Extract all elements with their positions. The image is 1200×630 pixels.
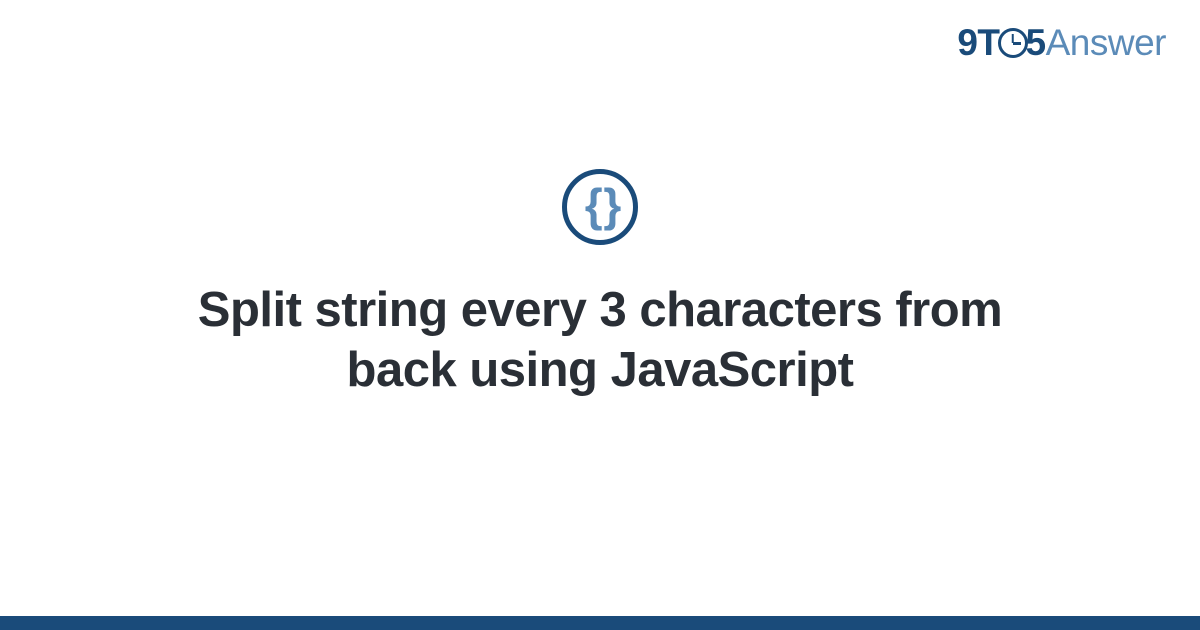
logo-prefix: 9T <box>957 22 999 63</box>
category-badge: { } <box>562 169 638 245</box>
code-braces-icon: { } <box>585 182 616 228</box>
page-title: Split string every 3 characters from bac… <box>150 281 1050 401</box>
site-logo: 9T 5Answer <box>957 22 1166 64</box>
logo-middle: 5 <box>1026 22 1046 63</box>
clock-icon <box>998 28 1028 58</box>
logo-suffix: Answer <box>1046 22 1166 63</box>
main-content: { } Split string every 3 characters from… <box>0 0 1200 630</box>
footer-accent-bar <box>0 616 1200 630</box>
